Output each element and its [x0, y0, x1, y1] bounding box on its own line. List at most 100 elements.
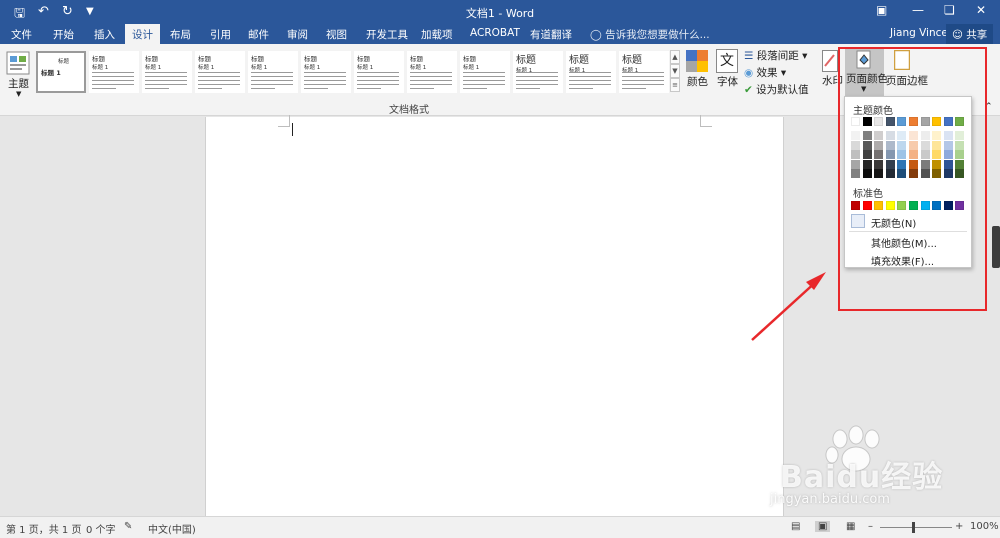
tab-references[interactable]: 引用: [210, 27, 231, 42]
share-button[interactable]: ☺ 共享: [946, 24, 994, 44]
user-name[interactable]: Jiang Vince: [890, 27, 948, 39]
gallery-text-line: [516, 84, 558, 85]
style-gallery-item[interactable]: 标题 标题 1: [36, 51, 86, 93]
group-label-document-formatting: 文档格式: [389, 105, 429, 116]
gallery-heading: 标题 1: [41, 69, 61, 77]
close-icon[interactable]: ✕: [976, 3, 986, 17]
ribbon-options-icon[interactable]: ▣: [876, 3, 887, 17]
gallery-text-line: [463, 76, 505, 77]
gallery-text-line: [198, 84, 240, 85]
status-bar: 第 1 页，共 1 页 0 个字 ✎ 中文(中国) ▤ ▣ ▦ – + 100%: [0, 516, 1000, 538]
style-gallery-item[interactable]: 标题 标题 1: [619, 51, 669, 93]
print-layout-icon[interactable]: ▣: [815, 521, 831, 532]
style-gallery-item[interactable]: 标题标题 1: [301, 51, 351, 93]
maximize-icon[interactable]: ❏: [944, 3, 955, 17]
gallery-heading: 标题 1: [410, 65, 427, 71]
style-gallery-item[interactable]: 标题 标题 1: [566, 51, 616, 93]
gallery-text-line: [251, 72, 293, 73]
document-page[interactable]: [205, 115, 784, 520]
tab-home[interactable]: 开始: [53, 27, 74, 42]
tab-insert[interactable]: 插入: [94, 27, 115, 42]
gallery-text-line: [410, 88, 434, 89]
gallery-heading: 标题 1: [304, 65, 321, 71]
colors-icon[interactable]: [686, 50, 708, 72]
tab-developer[interactable]: 开发工具: [366, 27, 408, 42]
themes-dropdown-icon[interactable]: ▼: [16, 90, 21, 98]
gallery-text-line: [357, 76, 399, 77]
language[interactable]: 中文(中国): [148, 521, 196, 536]
fonts-icon[interactable]: 文: [716, 49, 738, 73]
style-gallery-item[interactable]: 标题 标题 1: [407, 51, 457, 93]
tab-file[interactable]: 文件: [11, 27, 32, 42]
set-as-default-button[interactable]: ✔ 设为默认值: [744, 82, 809, 97]
gallery-title: 标题: [463, 55, 476, 63]
zoom-out-icon[interactable]: –: [868, 521, 873, 532]
gallery-text-line: [622, 84, 664, 85]
page-count[interactable]: 第 1 页，共 1 页: [6, 521, 81, 536]
gallery-text-line: [463, 72, 505, 73]
gallery-text-line: [92, 88, 116, 89]
gallery-scroll-up[interactable]: ▲: [670, 50, 680, 64]
word-count[interactable]: 0 个字: [86, 521, 116, 536]
watermark-icon[interactable]: [822, 50, 838, 72]
effects-button[interactable]: ◉ 效果 ▾: [744, 65, 786, 80]
style-gallery-item[interactable]: 标题标题 1: [460, 51, 510, 93]
tab-review[interactable]: 审阅: [287, 27, 308, 42]
read-mode-icon[interactable]: ▤: [791, 521, 800, 532]
tab-youdao[interactable]: 有道翻译: [530, 27, 572, 42]
style-gallery-item[interactable]: 标题 标题 1: [354, 51, 404, 93]
fonts-button[interactable]: 字体: [717, 74, 738, 89]
themes-button[interactable]: 主题: [8, 76, 29, 91]
vertical-scrollbar[interactable]: [992, 226, 1000, 268]
text-cursor: [292, 123, 293, 136]
gallery-text-line: [251, 84, 293, 85]
tab-acrobat[interactable]: ACROBAT: [470, 27, 520, 39]
gallery-scroll-down[interactable]: ▼: [670, 64, 680, 78]
share-label: 共享: [966, 29, 988, 41]
gallery-text-line: [304, 72, 346, 73]
zoom-slider[interactable]: [880, 527, 952, 528]
gallery-text-line: [92, 84, 134, 85]
gallery-text-line: [463, 88, 487, 89]
paragraph-spacing-button[interactable]: ☰ 段落间距 ▾: [744, 48, 807, 63]
themes-icon[interactable]: [6, 51, 30, 75]
style-gallery-item[interactable]: 标题 标题 1: [513, 51, 563, 93]
minimize-icon[interactable]: —: [912, 3, 924, 17]
gallery-title: 标题: [304, 55, 317, 63]
gallery-text-line: [516, 76, 558, 77]
zoom-level[interactable]: 100%: [970, 521, 999, 532]
style-gallery-item[interactable]: 标题 标题 1: [248, 51, 298, 93]
gallery-heading: 标题 1: [145, 65, 162, 71]
gallery-text-line: [463, 80, 505, 81]
zoom-slider-thumb[interactable]: [912, 522, 915, 533]
tab-addins[interactable]: 加载项: [421, 27, 453, 42]
gallery-text-line: [516, 88, 540, 89]
gallery-title: 标题: [58, 59, 70, 65]
gallery-text-line: [569, 84, 611, 85]
set-as-default-label: 设为默认值: [756, 84, 809, 96]
web-layout-icon[interactable]: ▦: [846, 521, 855, 532]
gallery-text-line: [569, 72, 611, 73]
tell-me-search[interactable]: ◯ 告诉我您想要做什么...: [590, 27, 710, 42]
style-gallery-item[interactable]: 标题 标题 1: [89, 51, 139, 93]
gallery-text-line: [622, 88, 646, 89]
margin-mark-left: [278, 115, 290, 127]
tab-design[interactable]: 设计: [125, 24, 160, 44]
tab-view[interactable]: 视图: [326, 27, 347, 42]
gallery-text-line: [145, 88, 169, 89]
gallery-text-line: [145, 84, 187, 85]
tab-mailings[interactable]: 邮件: [248, 27, 269, 42]
gallery-more[interactable]: ≡: [670, 78, 680, 92]
style-gallery-item[interactable]: 标题 标题 1: [142, 51, 192, 93]
paragraph-spacing-label: 段落间距: [756, 50, 799, 62]
zoom-in-icon[interactable]: +: [955, 521, 963, 532]
gallery-title: 标题: [516, 55, 536, 66]
gallery-heading: 标题 1: [463, 65, 480, 71]
style-gallery-item[interactable]: 标题 标题 1: [195, 51, 245, 93]
proofing-icon[interactable]: ✎: [124, 521, 132, 532]
tab-layout[interactable]: 布局: [170, 27, 191, 42]
gallery-text-line: [145, 76, 187, 77]
colors-button[interactable]: 颜色: [687, 74, 708, 89]
effects-icon: ◉: [744, 67, 754, 79]
gallery-title: 标题: [198, 55, 211, 63]
